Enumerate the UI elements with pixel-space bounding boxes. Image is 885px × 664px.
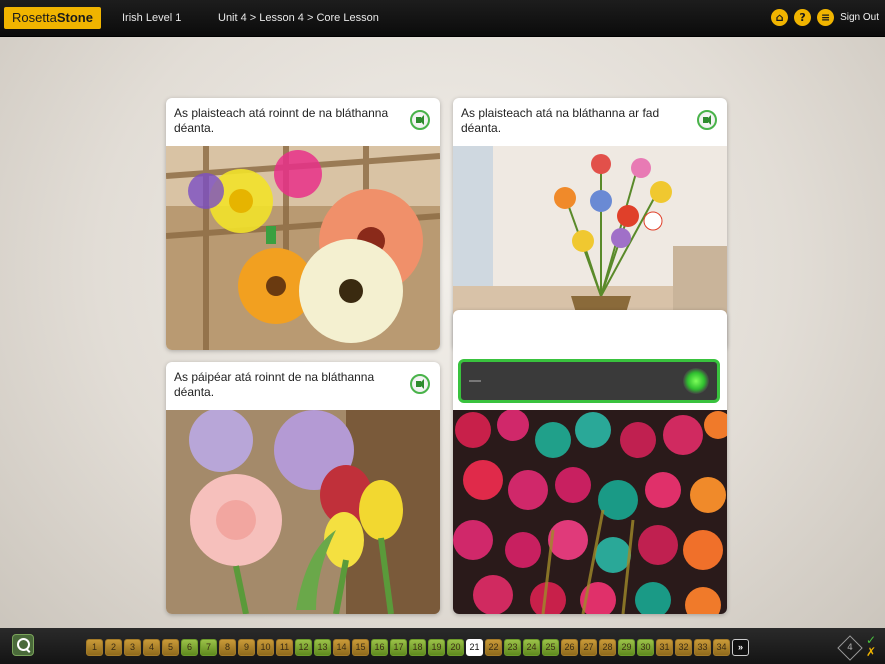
screen-button-9[interactable]: 9 — [238, 639, 255, 656]
screen-button-3[interactable]: 3 — [124, 639, 141, 656]
screen-button-15[interactable]: 15 — [352, 639, 369, 656]
screen-button-34[interactable]: 34 — [713, 639, 730, 656]
next-screen-button[interactable]: » — [732, 639, 749, 656]
card-photo — [166, 410, 440, 614]
screen-button-30[interactable]: 30 — [637, 639, 654, 656]
screen-button-11[interactable]: 11 — [276, 639, 293, 656]
screen-button-18[interactable]: 18 — [409, 639, 426, 656]
screen-button-19[interactable]: 19 — [428, 639, 445, 656]
card-caption: As plaisteach atá na bláthanna ar fad dé… — [461, 106, 660, 135]
screen-button-8[interactable]: 8 — [219, 639, 236, 656]
screen-button-28[interactable]: 28 — [599, 639, 616, 656]
breadcrumb[interactable]: Unit 4 > Lesson 4 > Core Lesson — [218, 0, 379, 36]
card-caption: As plaisteach atá roinnt de na bláthanna… — [174, 106, 389, 135]
screen-button-14[interactable]: 14 — [333, 639, 350, 656]
screen-button-27[interactable]: 27 — [580, 639, 597, 656]
top-bar: RosettaStone Irish Level 1 Unit 4 > Less… — [0, 0, 885, 37]
course-name[interactable]: Irish Level 1 — [122, 0, 181, 36]
screen-button-17[interactable]: 17 — [390, 639, 407, 656]
answer-input[interactable] — [458, 359, 720, 403]
screen-button-10[interactable]: 10 — [257, 639, 274, 656]
screen-button-26[interactable]: 26 — [561, 639, 578, 656]
screen-button-6[interactable]: 6 — [181, 639, 198, 656]
screen-button-5[interactable]: 5 — [162, 639, 179, 656]
speaker-icon[interactable] — [410, 110, 430, 130]
microphone-icon[interactable] — [683, 368, 709, 394]
top-actions: ⌂ ? ≡ Sign Out — [771, 9, 879, 26]
sign-out-link[interactable]: Sign Out — [840, 12, 879, 23]
search-icon[interactable] — [12, 634, 34, 656]
card-photo — [453, 410, 727, 614]
speaker-icon[interactable] — [410, 374, 430, 394]
score-indicator: ✓ ✗ — [866, 634, 880, 658]
screen-button-32[interactable]: 32 — [675, 639, 692, 656]
logo-text-rosetta: Rosetta — [12, 10, 57, 25]
screen-button-16[interactable]: 16 — [371, 639, 388, 656]
wrong-cross-icon: ✗ — [866, 645, 877, 659]
logo-text-stone: Stone — [56, 10, 93, 25]
speaker-icon[interactable] — [697, 110, 717, 130]
screen-button-1[interactable]: 1 — [86, 639, 103, 656]
answer-card-1[interactable]: As plaisteach atá roinnt de na bláthanna… — [166, 98, 440, 350]
screen-button-25[interactable]: 25 — [542, 639, 559, 656]
menu-icon[interactable]: ≡ — [817, 9, 835, 26]
screen-button-7[interactable]: 7 — [200, 639, 217, 656]
answer-placeholder-dash — [469, 380, 481, 382]
screen-navigation: 1 2 3 4 5 6 7 8 9 10 11 12 13 14 15 16 17 18 19 20 21 22 23 24 2… — [86, 639, 749, 656]
help-icon[interactable]: ? — [794, 9, 812, 26]
counter-value: 4 — [847, 643, 853, 653]
screen-button-4[interactable]: 4 — [143, 639, 160, 656]
screen-button-20[interactable]: 20 — [447, 639, 464, 656]
screen-button-21[interactable]: 21 — [466, 639, 483, 656]
screen-button-24[interactable]: 24 — [523, 639, 540, 656]
card-caption: As páipéar atá roinnt de na bláthanna dé… — [174, 370, 375, 399]
screen-button-12[interactable]: 12 — [295, 639, 312, 656]
answer-card-4[interactable] — [453, 310, 727, 614]
rosetta-stone-logo: RosettaStone — [4, 7, 101, 29]
card-photo — [166, 146, 440, 350]
screen-button-31[interactable]: 31 — [656, 639, 673, 656]
home-icon[interactable]: ⌂ — [771, 9, 789, 26]
answer-card-3[interactable]: As páipéar atá roinnt de na bláthanna dé… — [166, 362, 440, 614]
screen-button-13[interactable]: 13 — [314, 639, 331, 656]
screen-button-22[interactable]: 22 — [485, 639, 502, 656]
screen-button-23[interactable]: 23 — [504, 639, 521, 656]
screen-button-29[interactable]: 29 — [618, 639, 635, 656]
screen-button-2[interactable]: 2 — [105, 639, 122, 656]
screen-button-33[interactable]: 33 — [694, 639, 711, 656]
